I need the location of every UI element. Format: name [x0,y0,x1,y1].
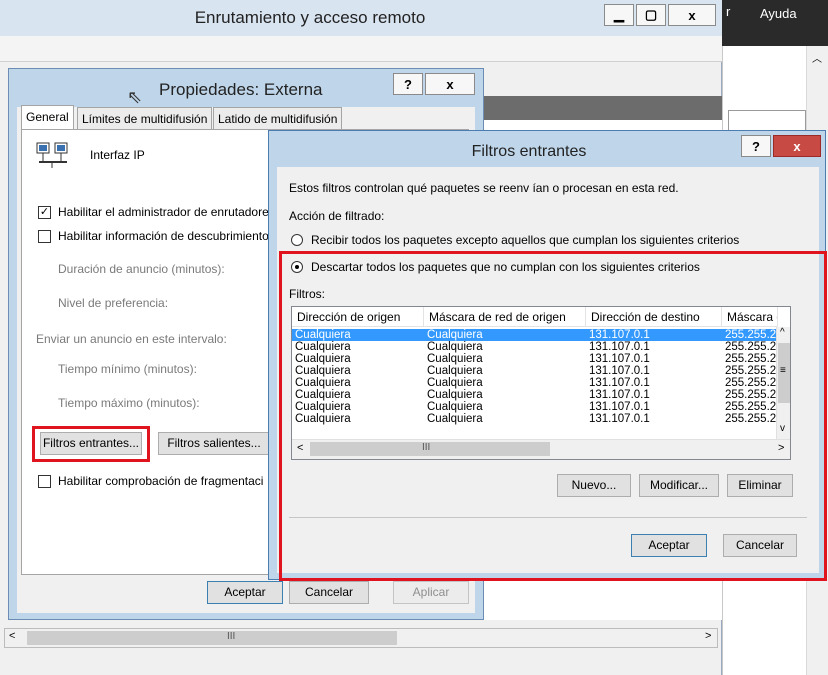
main-close-button[interactable]: x [668,4,716,26]
filters-help-button[interactable]: ? [741,135,771,157]
minimize-button[interactable]: ▁ [604,4,634,26]
inbound-filters-dialog: Filtros entrantes ? x Estos filtros cont… [268,130,827,581]
tab-multicast-heartbeat[interactable]: Latido de multidifusión [213,107,343,131]
filters-close-button[interactable]: x [773,135,821,157]
main-toolbar [0,36,722,62]
announce-duration-label: Duración de anuncio (minutos): [58,262,225,276]
outbound-filters-button[interactable]: Filtros salientes... [158,432,270,455]
properties-title: Propiedades: Externa [159,80,323,99]
main-title-bar: Enrutamiento y acceso remoto ▁ ▢ x [0,0,722,36]
props-close-button[interactable]: x [425,73,475,95]
enable-fragmentation-label: Habilitar comprobación de fragmentaci [58,474,264,488]
props-ok-button[interactable]: Aceptar [207,581,283,604]
receive-all-radio[interactable] [291,234,303,246]
filters-title: Filtros entrantes [471,143,587,160]
main-header-bar [480,96,722,120]
props-help-button[interactable]: ? [393,73,423,95]
main-scroll-thumb[interactable]: III [27,631,397,645]
scroll-right-icon[interactable]: > [705,630,711,642]
chevron-up-icon[interactable]: ︿ [812,50,822,65]
enable-discovery-checkbox[interactable] [38,230,51,243]
main-window-title: Enrutamiento y acceso remoto [194,8,426,27]
props-cancel-button[interactable]: Cancelar [289,581,369,604]
scroll-grip-icon: III [227,631,236,642]
scroll-left-icon[interactable]: < [9,630,15,642]
main-horizontal-scrollbar[interactable]: < III > [4,628,718,648]
maximize-button[interactable]: ▢ [636,4,666,26]
enable-fragmentation-checkbox[interactable] [38,475,51,488]
menu-item-help[interactable]: Ayuda [760,6,797,21]
interface-ip-label: Interfaz IP [90,148,145,162]
tab-general[interactable]: General [21,105,74,131]
inbound-filters-button[interactable]: Filtros entrantes... [40,432,142,455]
network-interface-icon [36,142,68,168]
filters-description: Estos filtros controlan qué paquetes se … [289,181,679,195]
preference-level-label: Nivel de preferencia: [58,296,169,310]
menu-item-partial[interactable]: r [726,4,730,19]
send-interval-label: Enviar un anuncio en este intervalo: [36,332,227,346]
max-time-label: Tiempo máximo (minutos): [58,396,200,410]
min-time-label: Tiempo mínimo (minutos): [58,362,197,376]
cursor-arrow-icon: ⇖ [127,87,143,107]
highlight-box [279,251,827,581]
enable-discovery-label: Habilitar información de descubrimiento [58,229,269,243]
filter-action-label: Acción de filtrado: [289,209,385,223]
receive-all-label: Recibir todos los paquetes excepto aquel… [311,233,740,247]
props-apply-button[interactable]: Aplicar [393,581,469,604]
enable-router-admin-label: Habilitar el administrador de enrutadore [58,205,269,219]
tab-multicast-limits[interactable]: Límites de multidifusión [77,107,213,131]
enable-router-admin-checkbox[interactable]: ✓ [38,206,51,219]
